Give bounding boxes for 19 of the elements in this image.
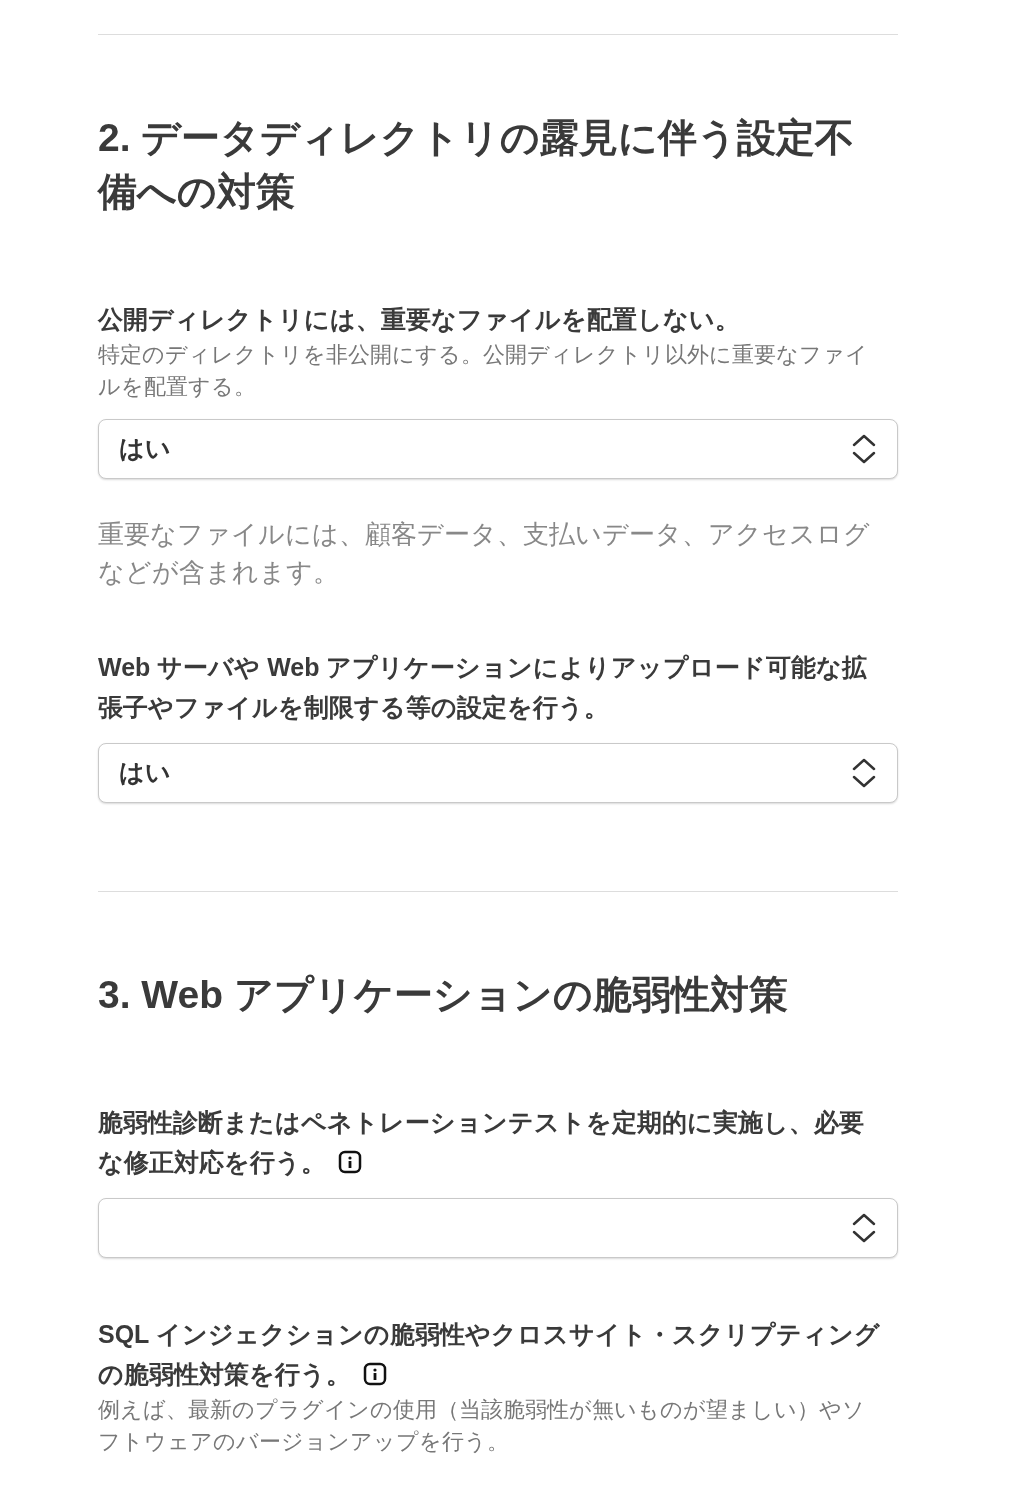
chevron-updown-icon <box>851 1211 877 1245</box>
chevron-updown-icon <box>851 432 877 466</box>
info-icon[interactable] <box>338 1150 362 1174</box>
select-field[interactable] <box>98 1198 898 1258</box>
question-description: 特定のディレクトリを非公開にする。公開ディレクトリ以外に重要なファイルを配置する。 <box>98 341 869 401</box>
question-label: Web サーバや Web アプリケーションによりアップロード可能な拡張子やファイルを制限する等の設定を行う。 <box>98 652 869 723</box>
question-label: 公開ディレクトリには、重要なファイルを配置しない。 <box>98 304 741 335</box>
question-description: 例えば、最新のプラグインの使用（当該脆弱性が無いものが望ましい）やソフトウェアのバージョンアップを行う。 <box>98 1396 866 1456</box>
question-label: 脆弱性診断またはペネトレーションテストを定期的に実施し、必要な修正対応を行う。 <box>98 1107 865 1178</box>
chevron-updown-icon <box>851 756 877 790</box>
section-heading: 3. Web アプリケーションの脆弱性対策 <box>98 972 789 1018</box>
select-field[interactable]: はい <box>98 743 898 803</box>
section-heading: 2. データディレクトリの露見に伴う設定不備への対策 <box>98 115 856 215</box>
select-value: はい <box>119 757 171 789</box>
select-field[interactable]: はい <box>98 419 898 479</box>
note-text: 重要なファイルには、顧客データ、支払いデータ、アクセスログなどが含まれます。 <box>98 518 871 589</box>
select-value: はい <box>119 433 171 465</box>
info-icon[interactable] <box>363 1362 387 1386</box>
question-label: SQL インジェクションの脆弱性やクロスサイト・スクリプティングの脆弱性対策を行う。 <box>98 1319 881 1390</box>
